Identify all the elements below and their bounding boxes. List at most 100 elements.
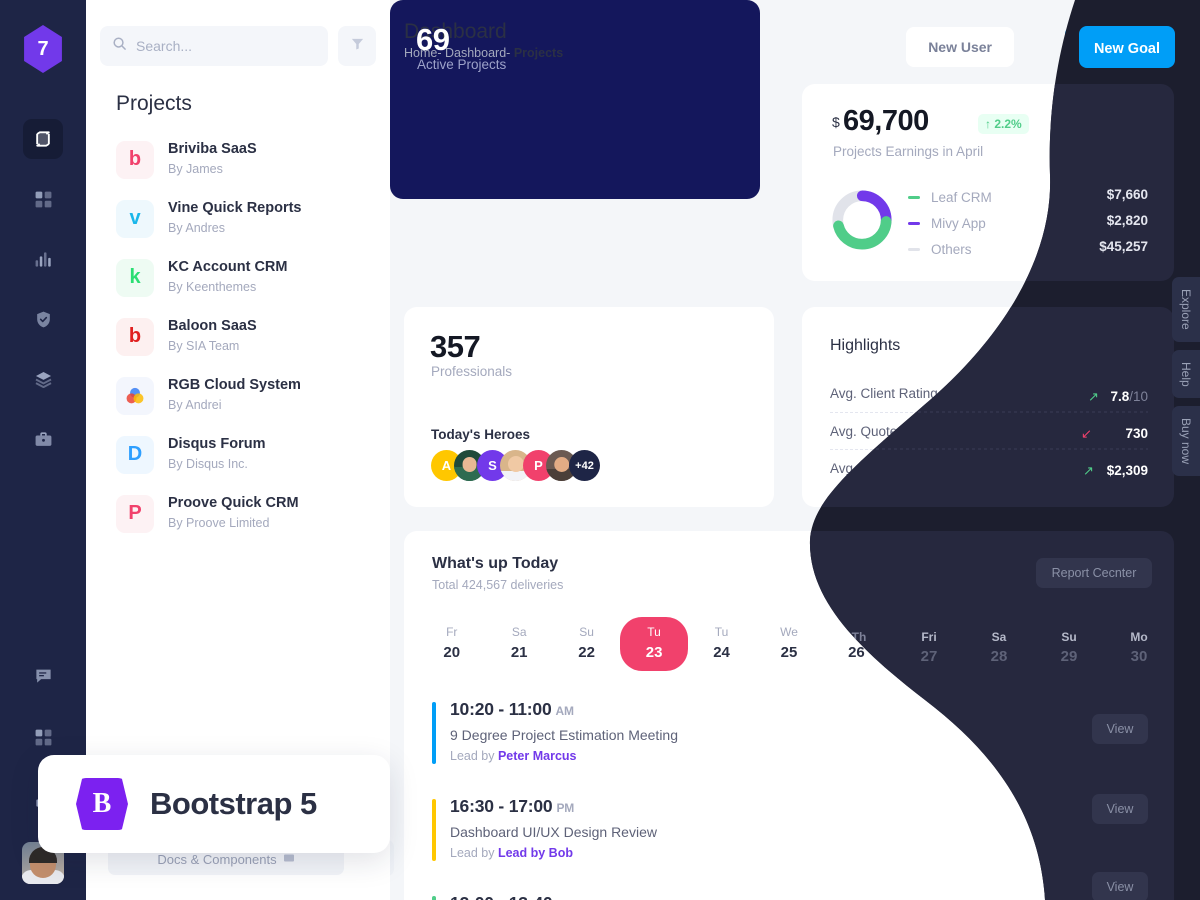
project-name: RGB Cloud System [168,377,301,394]
earnings-change-value: 2.2% [994,117,1022,131]
calendar-day-name: Su [579,625,594,639]
project-logo: b [116,317,154,356]
event-time: 12:00 - 13:40AM [450,893,1148,900]
calendar-day-name: Th [849,625,864,639]
nav-item-analytics[interactable] [23,239,63,279]
nav-item-shield-check[interactable] [23,299,63,339]
list-item[interactable]: D Disqus Forum By Disqus Inc. [116,425,390,484]
calendar-day[interactable]: Sa 21 [485,617,552,671]
project-author: By James [168,161,223,176]
search-input[interactable] [136,38,316,54]
filter-icon [350,36,365,56]
event-view-button[interactable]: View [1082,707,1148,739]
trend-down-icon: ↙ [1105,423,1117,438]
calendar-day-name: Sa [511,625,527,639]
active-projects-label: Active Projects [417,57,507,72]
highlight-number: 7.8 [1101,386,1121,401]
nav-item-grid[interactable] [23,179,63,219]
project-author: By Keenthemes [168,279,257,294]
side-tab-help[interactable]: Help [1172,349,1200,399]
calendar-day-number: 25 [780,644,798,661]
bootstrap-logo-icon: B [76,778,128,830]
event-item: 10:20 - 11:00 AM 9 Degree Project Estimat… [432,699,1148,796]
calendar-day-name: Su [1051,625,1067,639]
event-item: 16:30 - 17:00 PM Dashboard UI/UX Design R… [432,796,1148,893]
legend-swatch [908,221,920,225]
bootstrap-promo-badge[interactable]: B Bootstrap 5 [38,755,390,853]
calendar-day-name: Tu [647,625,661,639]
calendar-day-active[interactable]: Tu 23 [620,617,688,671]
docs-icon [283,852,295,867]
highlights-title: Highlights [830,337,901,354]
list-item[interactable]: b Briviba SaaS By James [116,130,390,189]
list-item[interactable]: v Vine Quick Reports By Andres [116,189,390,248]
project-list: b Briviba SaaS By James v Vine Quick Rep… [86,116,390,543]
list-item[interactable]: P Proove Quick CRM By Proove Limited [116,484,390,543]
todays-heroes-label: Today's Heroes [431,427,530,442]
calendar-day-number: 28 [983,644,1000,661]
professionals-label: Professionals [431,364,513,379]
event-lead-name[interactable]: Peter Marcus [498,749,577,763]
calendar-day-number: 20 [443,644,461,661]
list-item[interactable]: k KC Account CRM By Keenthemes [116,248,390,307]
highlight-label: Avg. Agent Earnings [830,460,953,476]
bootstrap-mark-letter: B [92,788,112,819]
earnings-donut-chart [830,188,894,252]
project-logo: v [116,199,154,238]
project-author: By Proove Limited [168,515,270,530]
calendar-day[interactable]: Tu 24 [688,617,755,671]
breadcrumb-item-projects: Projects [513,46,564,60]
highlight-number: 730 [1125,423,1148,439]
nav-item-grid-2[interactable] [23,717,63,757]
event-time-range: 12:00 - 13:40 [450,893,553,900]
nav-item-chat[interactable] [23,655,63,695]
list-item[interactable]: RGB Cloud System By Andrei [116,366,390,425]
legend-swatch [908,247,920,251]
event-lead-name[interactable]: Lead by Bob [498,846,573,860]
legend-label: Mivy App [931,215,986,231]
project-name: Vine Quick Reports [168,200,302,217]
list-item[interactable]: b Baloon SaaS By SIA Team [116,307,390,366]
side-tab-buy-now[interactable]: Buy now [1172,406,1200,477]
search-box[interactable] [100,26,328,66]
calendar-day-name: Tu [714,625,729,639]
legend-item: Others [908,236,992,262]
event-item: 12:00 - 13:40AM Marketing Campaign Discu… [432,893,1148,900]
report-center-button[interactable]: Report Cecnter [1030,558,1147,590]
calendar-day[interactable]: Sa 28 [958,617,1025,671]
legend-label: Others [931,241,972,257]
side-tab-explore[interactable]: Explore [1172,277,1200,342]
highlight-value: ↗ $2,309 [1086,460,1148,476]
highlights-rows: Avg. Client Rating ↗ 7.8/10 Avg. Quotes … [830,375,1148,486]
calendar-day-number: 29 [1050,644,1068,661]
legend-label: Leaf CRM [931,189,992,205]
calendar-day[interactable]: We 25 [755,617,822,671]
calendar-day[interactable]: Th 26 [823,617,890,671]
event-lead-prefix: Lead by [450,749,498,763]
event-view-button[interactable]: View [1082,804,1148,836]
nav-item-briefcase[interactable] [23,419,63,459]
nav-item-layers[interactable] [23,359,63,399]
calendar-day[interactable]: Su 29 [1025,617,1092,671]
schedule-subtitle: Total 424,567 deliveries [432,578,564,592]
new-goal-button[interactable]: New Goal [1064,26,1175,68]
calendar-day[interactable]: Fr 20 [418,617,485,671]
bootstrap-promo-label: Bootstrap 5 [150,786,317,821]
project-name: KC Account CRM [168,259,288,276]
app-logo[interactable]: 7 [24,25,62,73]
avatar-overflow[interactable]: +42 [569,450,600,481]
calendar-day[interactable]: Fri 27 [890,617,957,671]
filter-button[interactable] [338,26,376,66]
earnings-currency: $ [832,114,840,130]
highlight-denominator: /10 [1129,386,1148,401]
active-projects-card: 69 Active Projects 43 Pending 72% [390,0,1176,876]
new-user-button[interactable]: New User [906,27,1014,67]
nav-item-cube[interactable] [23,119,63,159]
legend-value: $2,820 [1106,215,1148,230]
calendar-day[interactable]: Su 22 [553,617,620,671]
calendar-day[interactable]: Mo 30 [1093,617,1160,671]
project-logo: b [116,140,154,179]
highlight-label: Avg. Client Rating [830,386,938,401]
project-logo: k [116,258,154,297]
event-color-bar [432,896,436,900]
